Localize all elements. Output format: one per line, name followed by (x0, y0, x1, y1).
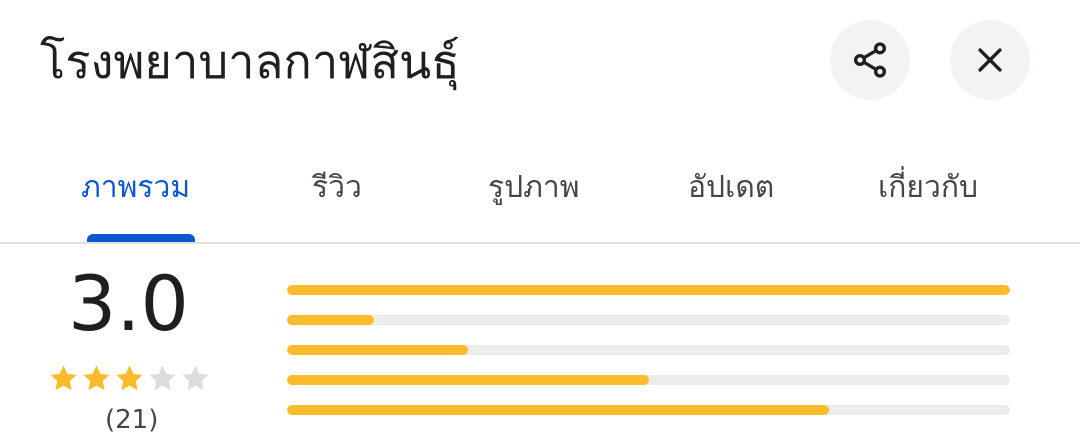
tab-photos[interactable]: รูปภาพ (488, 164, 580, 211)
star-empty-icon (149, 365, 176, 391)
rating-bar-2 (287, 375, 1010, 385)
rating-bar-fill (287, 315, 374, 325)
rating-bar-fill (287, 375, 649, 385)
tab-overview[interactable]: ภาพรวม (81, 164, 190, 211)
rating-distribution (287, 285, 1010, 435)
close-icon (978, 48, 1002, 72)
rating-bar-1 (287, 405, 1010, 415)
tab-updates[interactable]: อัปเดต (688, 164, 774, 211)
rating-bar-fill (287, 405, 830, 415)
active-tab-indicator (87, 234, 195, 242)
star-filled-icon (50, 365, 77, 391)
rating-bar-5 (287, 285, 1010, 295)
tab-bar: ภาพรวม รีวิว รูปภาพ อัปเดต เกี่ยวกับ (0, 150, 1080, 244)
rating-bar-fill (287, 345, 468, 355)
rating-stars (47, 362, 212, 395)
rating-score: 3.0 (68, 259, 189, 348)
rating-bar-3 (287, 345, 1010, 355)
rating-bar-fill (287, 285, 1010, 295)
place-sheet: โรงพยาบาลกาฬสินธุ์ ภาพรวม รีวิว รูปภาพ อ… (0, 0, 1080, 447)
tab-reviews[interactable]: รีวิว (312, 164, 362, 211)
close-button[interactable] (950, 20, 1030, 100)
review-count[interactable]: (21) (105, 405, 158, 435)
share-icon (854, 42, 886, 78)
star-empty-icon (182, 365, 209, 391)
page-title: โรงพยาบาลกาฬสินธุ์ (40, 35, 460, 90)
star-filled-icon (116, 365, 143, 391)
star-filled-icon (83, 365, 110, 391)
share-button[interactable] (830, 20, 910, 100)
tab-about[interactable]: เกี่ยวกับ (878, 164, 978, 211)
rating-bar-4 (287, 315, 1010, 325)
